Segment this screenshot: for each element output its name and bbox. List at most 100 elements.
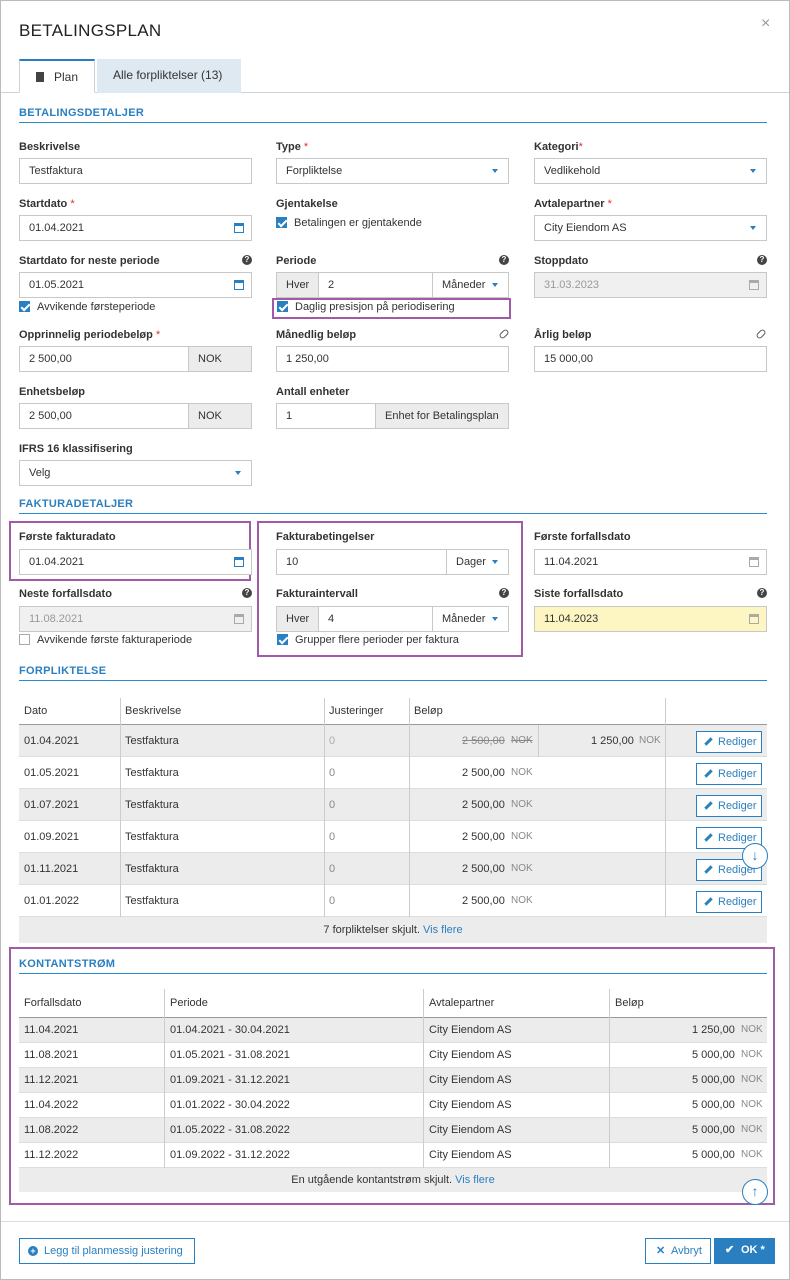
arlig-label: Årlig beløp — [534, 329, 592, 341]
avtalepartner-select[interactable]: City Eiendom AS — [534, 215, 767, 241]
section-fakturadetaljer: FAKTURADETALJER — [19, 498, 767, 514]
calendar-icon — [749, 614, 759, 624]
calendar-icon — [749, 557, 759, 567]
grupper-perioder-checkbox[interactable] — [277, 634, 288, 645]
gjentakelse-label: Gjentakelse — [276, 198, 338, 210]
help-icon[interactable]: ? — [242, 255, 252, 265]
link-icon[interactable] — [498, 328, 510, 340]
chevron-down-icon — [492, 560, 498, 564]
fakturabet-unit-select[interactable]: Dager — [446, 549, 509, 575]
pencil-icon — [704, 833, 713, 842]
periode-input[interactable]: 2 — [318, 272, 433, 298]
enhetsbelop-input[interactable]: 2 500,00 — [19, 403, 189, 429]
forstefaktura-label: Første fakturadato — [19, 531, 116, 543]
col-periode: Periode — [170, 997, 208, 1009]
forsteforfall-label: Første forfallsdato — [534, 531, 631, 543]
daglig-presisjon-checkbox[interactable] — [277, 301, 288, 312]
pencil-icon — [704, 801, 713, 810]
scroll-down-icon[interactable]: ↓ — [742, 843, 768, 869]
fakturaint-label: Fakturaintervall — [276, 588, 358, 600]
forstefaktura-input[interactable]: 01.04.2021 — [19, 549, 252, 575]
check-icon: ✔ — [725, 1244, 735, 1256]
vis-flere-kontantstrom-link[interactable]: Vis flere — [455, 1174, 495, 1186]
help-icon[interactable]: ? — [757, 255, 767, 265]
chevron-down-icon — [492, 617, 498, 621]
table-row: 01.09.2021 Testfaktura 0 2 500,00 NOK Re… — [19, 821, 767, 853]
table-row: 01.01.2022 Testfaktura 0 2 500,00 NOK Re… — [19, 885, 767, 917]
calendar-icon — [749, 280, 759, 290]
type-label: Type * — [276, 141, 309, 153]
col-forfallsdato: Forfallsdato — [24, 997, 82, 1009]
chevron-down-icon — [492, 169, 498, 173]
table-row: 11.08.2022 01.05.2022 - 31.08.2022 City … — [19, 1118, 767, 1143]
add-adjustment-button[interactable]: + Legg til planmessig justering — [19, 1238, 195, 1264]
antall-unit: Enhet for Betalingsplan — [375, 403, 509, 429]
startdato-input[interactable]: 01.04.2021 — [19, 215, 252, 241]
col-belop: Beløp — [615, 997, 644, 1009]
arlig-input[interactable]: 15 000,00 — [534, 346, 767, 372]
type-select[interactable]: Forpliktelse — [276, 158, 509, 184]
tab-plan[interactable]: Plan — [19, 59, 95, 93]
avvikende-forste-fakturaperiode-checkbox[interactable] — [19, 634, 30, 645]
forsteforfall-input[interactable]: 11.04.2021 — [534, 549, 767, 575]
table-row: 11.12.2021 01.09.2021 - 31.12.2021 City … — [19, 1068, 767, 1093]
table-row: 11.12.2022 01.09.2022 - 31.12.2022 City … — [19, 1143, 767, 1168]
cancel-button[interactable]: ✕ Avbryt — [645, 1238, 711, 1264]
col-beskrivelse: Beskrivelse — [125, 705, 182, 717]
ifrs-select[interactable]: Velg — [19, 460, 252, 486]
link-icon[interactable] — [755, 328, 767, 340]
help-icon[interactable]: ? — [499, 588, 509, 598]
forpliktelse-hidden-info: 7 forpliktelser skjult. Vis flere — [19, 917, 767, 943]
tab-alle-forpliktelser[interactable]: Alle forpliktelser (13) — [97, 59, 241, 93]
fakturabet-input[interactable]: 10 — [276, 549, 447, 575]
rediger-button[interactable]: Rediger — [696, 731, 762, 753]
antall-input[interactable]: 1 — [276, 403, 376, 429]
close-icon: ✕ — [656, 1245, 666, 1257]
stoppdato-input: 31.03.2023 — [534, 272, 767, 298]
opprinnelig-label: Opprinnelig periodebeløp * — [19, 329, 161, 341]
calendar-icon — [234, 557, 244, 567]
calendar-icon — [234, 280, 244, 290]
rediger-button[interactable]: Rediger — [696, 795, 762, 817]
help-icon[interactable]: ? — [757, 588, 767, 598]
avvikende-forsteperiode-checkbox[interactable] — [19, 301, 30, 312]
table-row: 01.04.2021 Testfaktura 0 2 500,00 NOK 1 … — [19, 725, 767, 757]
vis-flere-forpliktelser-link[interactable]: Vis flere — [423, 924, 463, 936]
help-icon[interactable]: ? — [242, 588, 252, 598]
sisteforfall-input[interactable]: 11.04.2023 — [534, 606, 767, 632]
table-row: 01.07.2021 Testfaktura 0 2 500,00 NOK Re… — [19, 789, 767, 821]
col-avtalepartner: Avtalepartner — [429, 997, 495, 1009]
opprinnelig-input[interactable]: 2 500,00 — [19, 346, 189, 372]
table-row: 11.08.2021 01.05.2021 - 31.08.2021 City … — [19, 1043, 767, 1068]
kategori-select[interactable]: Vedlikehold — [534, 158, 767, 184]
dialog-title: BETALINGSPLAN — [19, 21, 162, 40]
chevron-down-icon — [492, 283, 498, 287]
payment-plan-dialog: BETALINGSPLAN × Plan Alle forpliktelser … — [0, 0, 790, 1280]
help-icon[interactable]: ? — [499, 255, 509, 265]
avvikende-forste-fakturaperiode-label: Avvikende første fakturaperiode — [37, 634, 193, 646]
close-icon[interactable]: × — [761, 15, 770, 33]
fakturaint-unit-select[interactable]: Måneder — [432, 606, 509, 632]
startdato-label: Startdato * — [19, 198, 75, 210]
beskrivelse-label: Beskrivelse — [19, 141, 81, 153]
scroll-up-icon[interactable]: ↑ — [742, 1179, 768, 1205]
rediger-button[interactable]: Rediger — [696, 763, 762, 785]
fakturaint-input[interactable]: 4 — [318, 606, 433, 632]
stoppdato-label: Stoppdato — [534, 255, 589, 267]
gjentakende-checkbox[interactable] — [276, 217, 287, 228]
kontant-hidden-info: En utgående kontantstrøm skjult. Vis fle… — [19, 1168, 767, 1192]
manedlig-input[interactable]: 1 250,00 — [276, 346, 509, 372]
ok-button[interactable]: ✔ OK * — [714, 1238, 775, 1264]
periode-unit-select[interactable]: Måneder — [432, 272, 509, 298]
table-row: 11.04.2021 01.04.2021 - 30.04.2021 City … — [19, 1018, 767, 1043]
document-icon — [36, 72, 44, 82]
col-dato: Dato — [24, 705, 48, 717]
plus-circle-icon: + — [28, 1246, 38, 1256]
ifrs-label: IFRS 16 klassifisering — [19, 443, 133, 455]
beskrivelse-input[interactable]: Testfaktura — [19, 158, 252, 184]
startneste-label: Startdato for neste periode — [19, 255, 160, 267]
rediger-button[interactable]: Rediger — [696, 891, 762, 913]
section-betalingsdetaljer: BETALINGSDETALJER — [19, 107, 767, 123]
startneste-input[interactable]: 01.05.2021 — [19, 272, 252, 298]
periode-label: Periode — [276, 255, 317, 267]
